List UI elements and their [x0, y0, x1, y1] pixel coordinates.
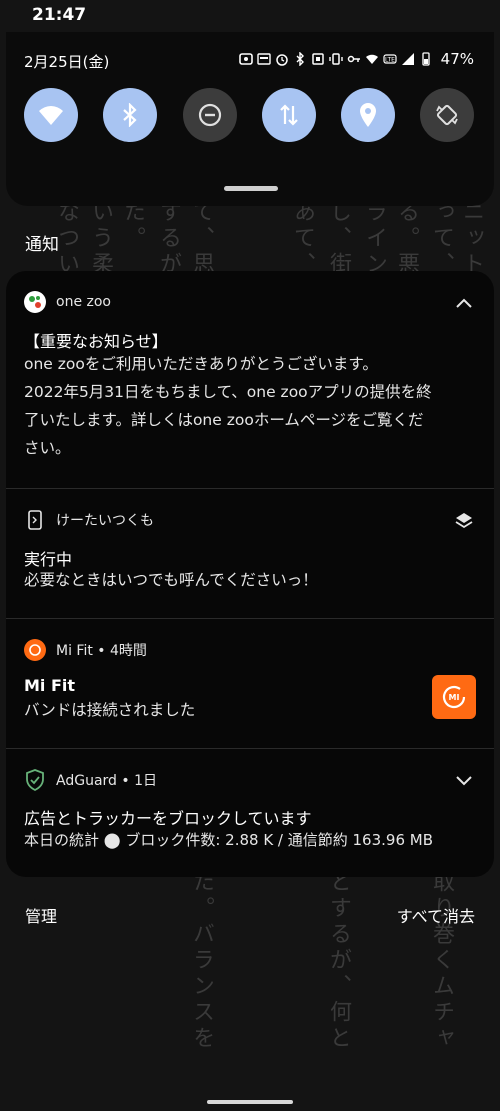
svg-text:MI: MI — [449, 693, 460, 702]
expand-chevron-icon[interactable] — [452, 769, 476, 793]
do-not-disturb-tile[interactable] — [183, 88, 237, 142]
wifi-status-icon — [365, 54, 378, 64]
notification-keitai-tsukumo[interactable]: けーたいつくも 実行中 必要なときはいつでも呼んでくださいっ！ — [6, 489, 494, 618]
notifications-section-title: 通知 — [25, 235, 59, 255]
bluetooth-icon — [123, 103, 137, 127]
mifit-app-icon — [24, 639, 46, 661]
body-line: 2022年5月31日をもちまして、one zooアプリの提供を終 — [24, 383, 432, 401]
clear-all-button[interactable]: すべて消去 — [397, 903, 475, 927]
notification-header: one zoo — [24, 291, 111, 313]
notification-header: Mi Fit • 4時間 — [24, 639, 147, 661]
svg-text:LTE: LTE — [385, 57, 395, 64]
body-line: one zooをご利用いただきありがとうございます。 — [24, 355, 378, 373]
app-name: Mi Fit • 4時間 — [56, 643, 147, 659]
notification-body: 本日の統計 ⬤ ブロック件数: 2.88 K / 通信節約 163.96 MB — [24, 826, 474, 854]
notification-list: one zoo 【重要なお知らせ】 one zooをご利用いただきありがとうござ… — [6, 271, 494, 877]
auto-rotate-tile[interactable] — [420, 88, 474, 142]
collapse-chevron-icon[interactable] — [452, 291, 476, 315]
notification-title: Mi Fit — [24, 676, 76, 695]
battery-percentage: 47% — [440, 50, 474, 68]
notification-body: バンドは接続されました — [24, 696, 474, 724]
bg-text-column: た。バランスを — [189, 870, 214, 1052]
clock: 21:47 — [32, 5, 87, 25]
mobile-data-tile[interactable] — [262, 88, 316, 142]
bg-text-column: 取り巻くムチャ — [429, 870, 454, 1052]
phone-app-icon — [24, 509, 46, 531]
status-bar: 21:47 — [0, 0, 500, 32]
signal-icon — [401, 53, 414, 65]
onezoo-app-icon — [24, 291, 46, 313]
bg-text-column: た。 — [120, 200, 145, 252]
notification-header: けーたいつくも — [24, 509, 154, 531]
alarm-icon — [275, 54, 288, 66]
body-line: 本日の統計 ⬤ ブロック件数: 2.88 K / 通信節約 163.96 MB — [24, 831, 433, 849]
auto-brightness-icon — [256, 53, 271, 65]
auto-rotate-icon — [436, 104, 458, 126]
app-name: one zoo — [56, 294, 111, 310]
bluetooth-tile[interactable] — [103, 88, 157, 142]
panel-drag-handle[interactable] — [224, 186, 278, 191]
bg-text-column: とするが、何と — [326, 870, 351, 1052]
body-line: 必要なときはいつでも呼んでくださいっ！ — [24, 571, 318, 589]
notification-onezoo[interactable]: one zoo 【重要なお知らせ】 one zooをご利用いただきありがとうござ… — [6, 271, 494, 488]
mobile-data-icon — [280, 104, 298, 126]
vpn-key-icon — [347, 55, 360, 63]
quick-settings-tiles — [24, 88, 476, 144]
bluetooth-status-icon — [296, 52, 304, 66]
mifit-thumbnail-icon: MI — [432, 675, 476, 719]
quick-settings-panel: 2月25日(金) LTE 47% — [6, 32, 494, 206]
notification-body: one zooをご利用いただきありがとうございます。 2022年5月31日をもち… — [24, 350, 474, 462]
adguard-shield-icon — [24, 769, 46, 791]
manage-button[interactable]: 管理 — [25, 903, 57, 927]
notification-adguard[interactable]: AdGuard • 1日 広告とトラッカーをブロックしています 本日の統計 ⬤ … — [6, 749, 494, 877]
location-icon — [360, 103, 376, 127]
nfc-icon — [311, 53, 324, 65]
wifi-icon — [39, 106, 63, 125]
screenshot-icon — [238, 53, 253, 65]
date-label[interactable]: 2月25日(金) — [24, 51, 109, 72]
body-line: さい。 — [24, 439, 71, 457]
volte-icon: LTE — [383, 54, 397, 64]
notification-header: AdGuard • 1日 — [24, 769, 157, 791]
vibrate-icon — [328, 53, 343, 65]
app-name: AdGuard • 1日 — [56, 773, 157, 789]
system-status-icons: LTE 47% — [238, 50, 474, 68]
notification-title: 【重要なお知らせ】 — [24, 332, 168, 351]
battery-icon — [422, 52, 430, 66]
location-tile[interactable] — [341, 88, 395, 142]
layers-icon[interactable] — [452, 509, 476, 533]
body-line: 了いたします。詳しくはone zooホームページをご覧くだ — [24, 411, 424, 429]
notification-mifit[interactable]: Mi Fit • 4時間 Mi Fit バンドは接続されました MI — [6, 619, 494, 748]
notification-body: 必要なときはいつでも呼んでくださいっ！ — [24, 566, 474, 594]
wifi-tile[interactable] — [24, 88, 78, 142]
app-name: けーたいつくも — [56, 513, 154, 529]
gesture-nav-bar[interactable] — [207, 1100, 293, 1104]
body-line: バンドは接続されました — [24, 701, 196, 719]
do-not-disturb-icon — [198, 103, 222, 127]
